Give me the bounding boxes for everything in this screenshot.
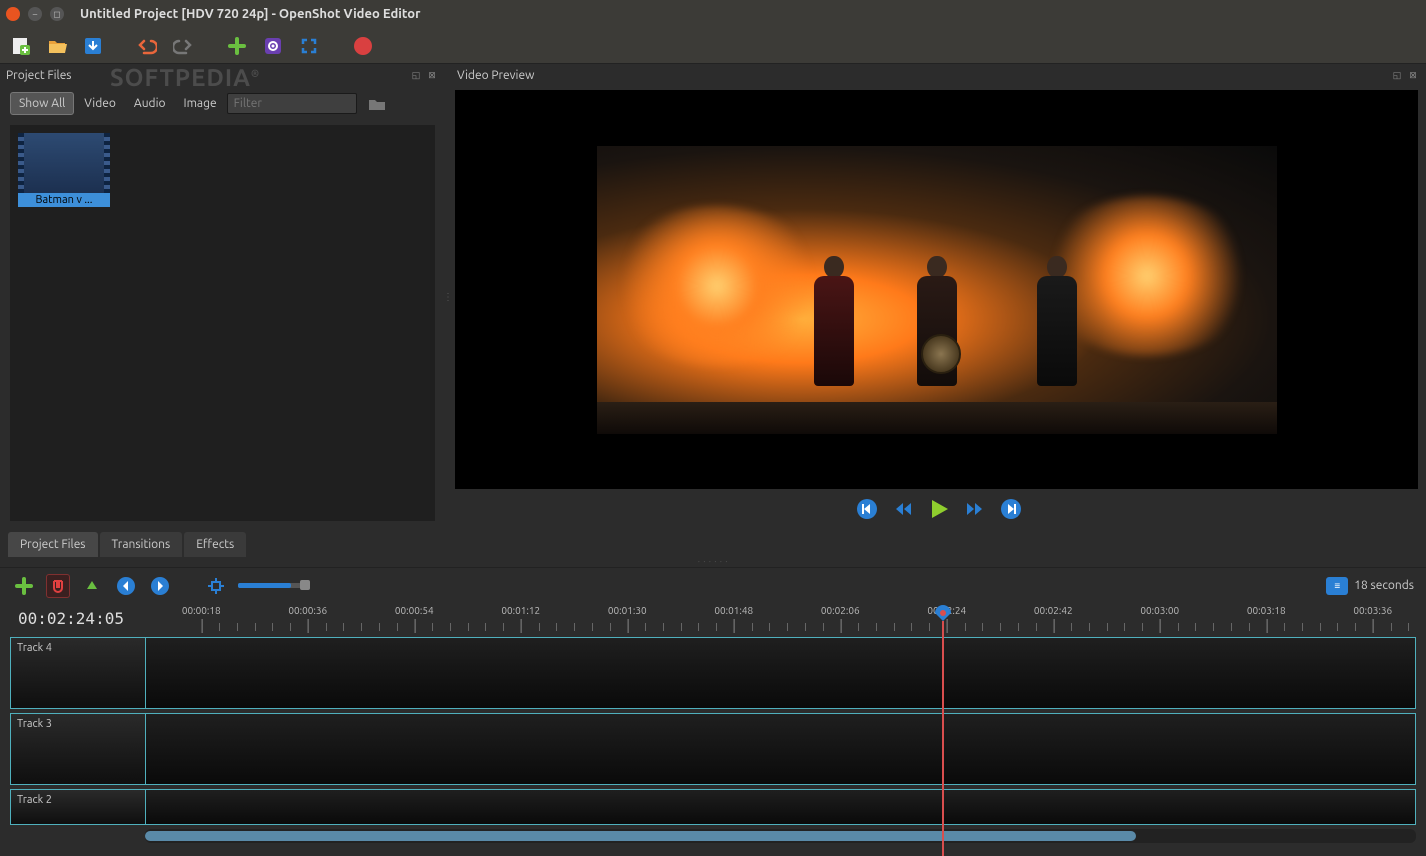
timeline-area: 00:02:24:05 00:00:18 00:00:36 00:00:54 00:0… [0, 603, 1426, 856]
panel-drag-handle[interactable]: ∙∙∙∙∙∙ [0, 557, 1426, 567]
tab-transitions[interactable]: Transitions [100, 532, 183, 557]
file-filter-row: Show All Video Audio Image [0, 86, 445, 121]
maximize-icon[interactable]: ◻ [50, 7, 64, 21]
filter-show-all-button[interactable]: Show All [10, 92, 74, 115]
filter-image-button[interactable]: Image [176, 93, 225, 114]
panel-title: Video Preview [457, 69, 534, 82]
ruler-tick: 00:03:18 [1247, 605, 1286, 616]
ruler-tick: 00:00:54 [395, 605, 434, 616]
filter-input[interactable] [227, 93, 357, 114]
track-body[interactable] [145, 637, 1416, 709]
profile-button[interactable] [260, 33, 286, 59]
ruler-tick: 00:02:42 [1034, 605, 1073, 616]
file-thumbnail [18, 133, 110, 193]
ruler-tick: 00:02:06 [821, 605, 860, 616]
fast-forward-button[interactable] [962, 496, 988, 522]
file-item[interactable]: Batman v ... [18, 133, 110, 513]
ruler-tick: 00:01:12 [501, 605, 540, 616]
fullscreen-button[interactable] [296, 33, 322, 59]
zoom-badge-icon: ≡ [1326, 577, 1348, 595]
track-body[interactable] [145, 789, 1416, 825]
bottom-tabs: Project Files Transitions Effects [0, 529, 1426, 557]
ruler-tick: 00:00:36 [288, 605, 327, 616]
rewind-button[interactable] [890, 496, 916, 522]
ruler-tick: 00:00:18 [182, 605, 221, 616]
timeline-ruler[interactable]: 00:02:24:05 00:00:18 00:00:36 00:00:54 00:0… [0, 603, 1426, 633]
add-track-button[interactable] [12, 574, 36, 598]
close-panel-icon[interactable]: ⊠ [425, 68, 439, 82]
marker-button[interactable] [80, 574, 104, 598]
ruler-tick: 00:03:00 [1140, 605, 1179, 616]
project-files-list[interactable]: Batman v ... [10, 125, 435, 521]
jump-start-button[interactable] [854, 496, 880, 522]
close-panel-icon[interactable]: ⊠ [1406, 68, 1420, 82]
new-project-button[interactable] [8, 33, 34, 59]
track-header[interactable]: Track 3 [10, 713, 145, 785]
filter-audio-button[interactable]: Audio [126, 93, 174, 114]
center-playhead-button[interactable] [204, 574, 228, 598]
video-preview-panel: Video Preview ◱ ⊠ [451, 64, 1426, 529]
video-frame [597, 146, 1277, 434]
minimize-icon[interactable]: – [28, 7, 42, 21]
zoom-label: 18 seconds [1354, 579, 1414, 592]
ruler-tick: 00:01:30 [608, 605, 647, 616]
project-files-header: Project Files ◱ ⊠ [0, 64, 445, 86]
folder-icon[interactable] [367, 94, 387, 114]
panel-title: Project Files [6, 69, 72, 82]
timeline-horizontal-scrollbar[interactable] [145, 829, 1416, 843]
titlebar: – ◻ Untitled Project [HDV 720 24p] - Ope… [0, 0, 1426, 28]
play-button[interactable] [926, 496, 952, 522]
track-body[interactable] [145, 713, 1416, 785]
open-project-button[interactable] [44, 33, 70, 59]
redo-button[interactable] [170, 33, 196, 59]
main-area: Project Files ◱ ⊠ Show All Video Audio I… [0, 64, 1426, 529]
timeline-track[interactable]: Track 3 [10, 713, 1416, 785]
current-time-display: 00:02:24:05 [0, 603, 148, 633]
export-button[interactable] [350, 33, 376, 59]
track-header[interactable]: Track 4 [10, 637, 145, 709]
save-project-button[interactable] [80, 33, 106, 59]
ruler-tick: 00:01:48 [714, 605, 753, 616]
filter-video-button[interactable]: Video [76, 93, 124, 114]
undock-icon[interactable]: ◱ [1390, 68, 1404, 82]
timeline-toolbar: ≡ 18 seconds [0, 567, 1426, 603]
tracks-container: Track 4Track 3 Track 2 [0, 633, 1426, 829]
timeline-track[interactable]: Track 2 [10, 789, 1416, 825]
ruler-tick: 00:03:36 [1353, 605, 1392, 616]
window-buttons: – ◻ [6, 7, 64, 21]
import-files-button[interactable] [224, 33, 250, 59]
video-preview-viewport[interactable] [455, 90, 1418, 489]
timeline-track[interactable]: Track 4 [10, 637, 1416, 709]
undo-button[interactable] [134, 33, 160, 59]
next-marker-button[interactable] [148, 574, 172, 598]
file-label: Batman v ... [18, 193, 110, 207]
undock-icon[interactable]: ◱ [409, 68, 423, 82]
zoom-slider[interactable] [238, 583, 308, 588]
tab-project-files[interactable]: Project Files [8, 532, 98, 557]
video-preview-header: Video Preview ◱ ⊠ [451, 64, 1426, 86]
track-header[interactable]: Track 2 [10, 789, 145, 825]
window-title: Untitled Project [HDV 720 24p] - OpenSho… [80, 7, 420, 21]
close-icon[interactable] [6, 7, 20, 21]
project-files-panel: Project Files ◱ ⊠ Show All Video Audio I… [0, 64, 445, 529]
main-toolbar [0, 28, 1426, 64]
prev-marker-button[interactable] [114, 574, 138, 598]
tab-effects[interactable]: Effects [184, 532, 246, 557]
snap-button[interactable] [46, 574, 70, 598]
playback-controls [451, 489, 1426, 529]
jump-end-button[interactable] [998, 496, 1024, 522]
